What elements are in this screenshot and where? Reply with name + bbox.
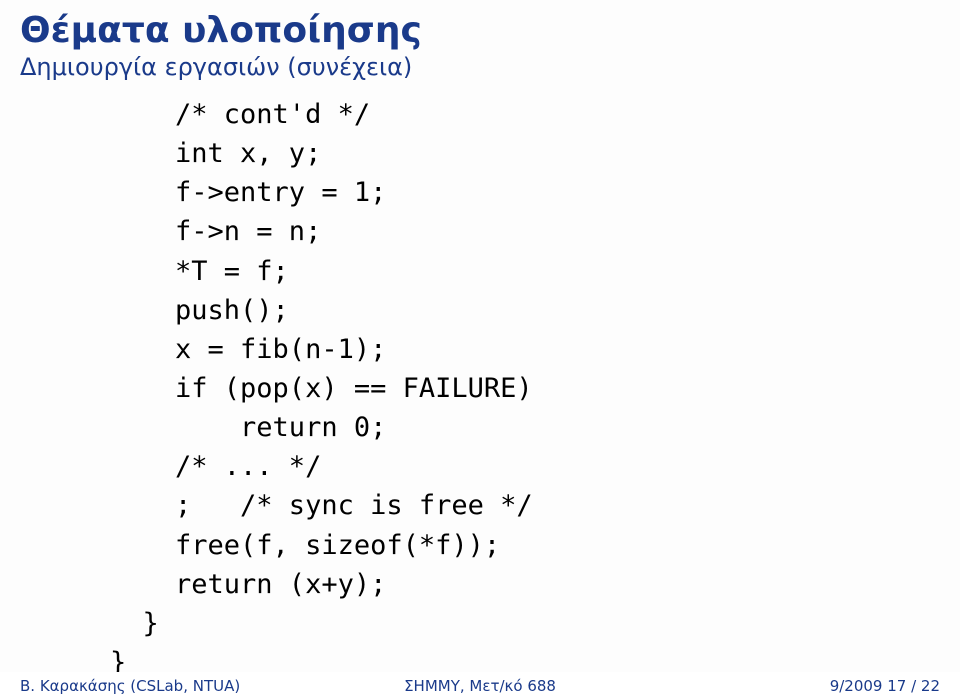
slide-subtitle: Δημιουργία εργασιών (συνέχεια) [20, 53, 940, 81]
code-line: *T = f; [110, 256, 289, 287]
footer-page: 9/2009 17 / 22 [633, 677, 940, 695]
code-block: /* cont'd */ int x, y; f->entry = 1; f->… [20, 95, 940, 682]
slide-title: Θέματα υλοποίησης [20, 10, 940, 51]
code-line: /* cont'd */ [110, 99, 370, 130]
code-line: push(); [110, 295, 289, 326]
footer-author: Β. Καρακάσης (CSLab, NTUA) [20, 677, 327, 695]
code-line: f->entry = 1; [110, 177, 386, 208]
code-line: f->n = n; [110, 216, 321, 247]
code-line: x = fib(n-1); [110, 334, 386, 365]
code-line: if (pop(x) == FAILURE) [110, 373, 533, 404]
footer-course: ΣΗΜΜΥ, Μετ/κό 688 [327, 677, 634, 695]
code-line: int x, y; [110, 138, 321, 169]
slide: Θέματα υλοποίησης Δημιουργία εργασιών (σ… [0, 0, 960, 700]
code-line: return 0; [110, 412, 386, 443]
code-line: return (x+y); [110, 569, 386, 600]
code-line: } [110, 608, 159, 639]
code-line: free(f, sizeof(*f)); [110, 530, 500, 561]
code-line: /* ... */ [110, 451, 321, 482]
footer: Β. Καρακάσης (CSLab, NTUA) ΣΗΜΜΥ, Μετ/κό… [0, 672, 960, 700]
code-line: ; /* sync is free */ [110, 490, 533, 521]
